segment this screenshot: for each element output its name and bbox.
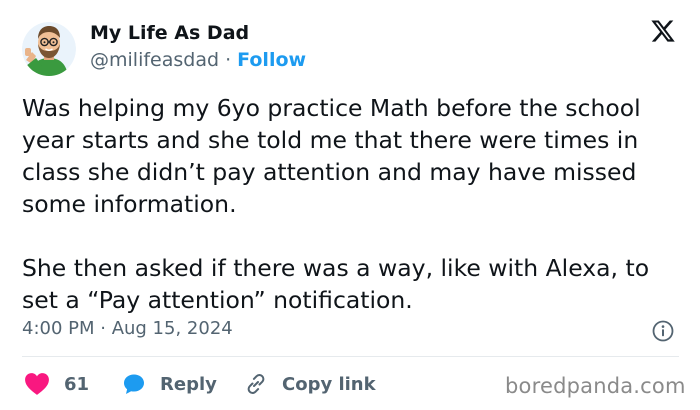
x-logo-icon[interactable] [650,18,676,44]
reply-button[interactable]: Reply [122,370,217,398]
speech-bubble-icon [124,374,144,394]
author-name[interactable]: My Life As Dad [90,22,249,44]
avatar[interactable] [22,22,76,76]
link-icon [247,374,265,394]
follow-button[interactable]: Follow [237,49,306,71]
tweet-header: My Life As Dad @milifeasdad · Follow [22,16,682,86]
reply-label: Reply [160,373,217,395]
heart-icon [25,373,49,395]
tweet-card: My Life As Dad @milifeasdad · Follow Was… [0,0,700,410]
tweet-timestamp[interactable]: 4:00 PM · Aug 15, 2024 [22,318,233,339]
author-handle-row: @milifeasdad · Follow [90,49,306,71]
tweet-text: Was helping my 6yo practice Math before … [22,92,682,316]
separator-dot: · [225,49,232,71]
watermark: boredpanda.com [505,374,686,398]
info-icon[interactable] [651,319,675,343]
cartoon-dad-avatar-icon [22,22,76,76]
author-handle[interactable]: @milifeasdad [90,49,219,71]
divider [22,356,679,357]
like-count: 61 [64,373,90,395]
tweet-paragraph: She then asked if there was a way, like … [22,254,650,314]
copy-link-button[interactable]: Copy link [244,370,376,398]
like-button[interactable]: 61 [24,370,89,398]
copy-link-label: Copy link [282,373,376,395]
tweet-paragraph: Was helping my 6yo practice Math before … [22,94,641,218]
